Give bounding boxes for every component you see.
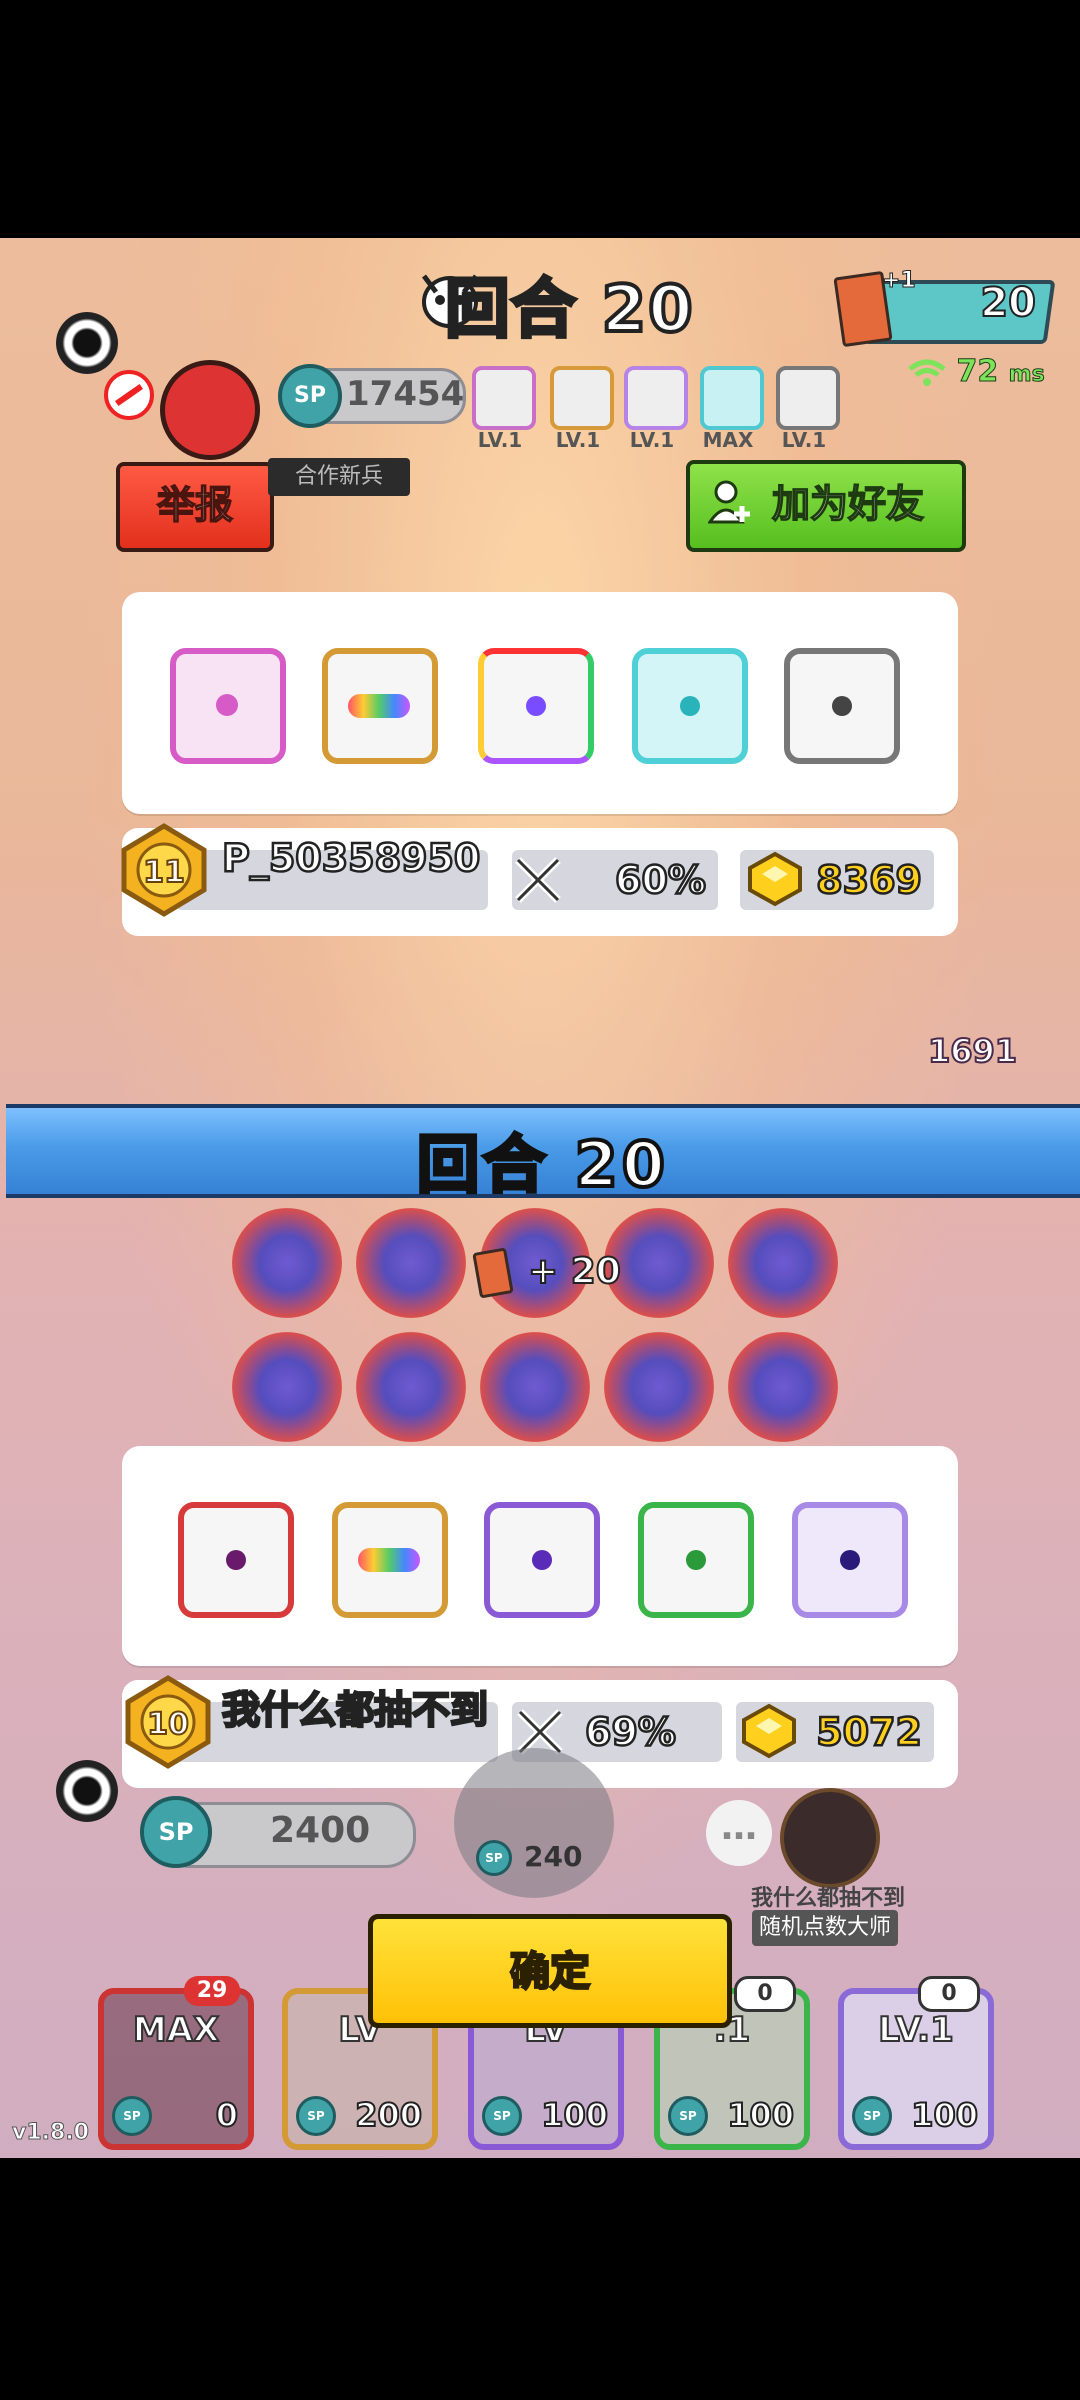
die-gear[interactable] — [784, 648, 900, 764]
die-infinity[interactable] — [332, 1502, 448, 1618]
card-counter: +1 20 — [833, 268, 1056, 348]
opponent-gold: 8369 — [815, 857, 923, 904]
card-reward: + 20 — [472, 1247, 622, 1299]
die-wind[interactable] — [638, 1502, 754, 1618]
summon-dice-button[interactable]: SP 240 — [454, 1748, 614, 1898]
player-gold: 5072 — [815, 1709, 923, 1756]
die-ice[interactable] — [632, 648, 748, 764]
die-sword[interactable] — [170, 648, 286, 764]
player-sp-value: 2400 — [270, 1810, 371, 1851]
rank-badge-icon: 11 — [121, 823, 207, 917]
newbie-tag: 合作新兵 — [268, 458, 410, 496]
sp-icon: SP — [278, 364, 342, 428]
player-title-tag: 随机点数大师 — [752, 1910, 898, 1946]
ping-indicator: 72 ms — [908, 354, 1045, 390]
die-rainbow[interactable] — [478, 648, 594, 764]
sp-icon: SP — [140, 1796, 212, 1868]
deck-die-5[interactable]: LV.1 0 SP 100 — [838, 1976, 994, 2150]
die-shadow[interactable] — [484, 1502, 600, 1618]
chat-button[interactable]: … — [706, 1800, 772, 1866]
gold-crown-icon — [742, 1703, 796, 1759]
confirm-button[interactable]: 确定 — [368, 1914, 732, 2028]
die-infinity[interactable] — [322, 648, 438, 764]
player-name: 我什么都抽不到 — [221, 1687, 490, 1734]
block-icon[interactable] — [104, 370, 154, 420]
deck-die-1[interactable]: MAX 29 SP 0 — [98, 1976, 254, 2150]
add-friend-icon — [708, 480, 750, 524]
svg-text:11: 11 — [143, 855, 185, 890]
portal-icon — [56, 1760, 118, 1822]
opponent-crit: 60% — [614, 857, 707, 904]
die-storm[interactable] — [178, 1502, 294, 1618]
wifi-icon — [908, 359, 946, 386]
gold-crown-icon — [748, 851, 802, 907]
opponent-sp-value: 17454 — [346, 374, 465, 414]
die-lightning[interactable] — [792, 1502, 908, 1618]
game-screen: 回合 20 +1 20 72 ms SP 17454 LV.1 LV.1 LV.… — [0, 238, 1080, 2158]
opponent-dice-panel — [122, 592, 958, 814]
opponent-name: P_50358950 — [221, 835, 482, 882]
player-crit: 69% — [584, 1709, 677, 1756]
add-friend-button[interactable]: 加为好友 — [686, 460, 966, 552]
version-label: v1.8.0 — [12, 2120, 90, 2146]
emote-button[interactable] — [780, 1788, 880, 1888]
egg-counter: 1691 — [927, 1031, 1018, 1071]
player-nickname: 我什么都抽不到 — [750, 1886, 905, 1911]
player-dice-panel — [122, 1446, 958, 1666]
card-icon — [472, 1247, 514, 1299]
round-banner: 回合 20 — [6, 1104, 1080, 1203]
coop-badge-icon — [160, 360, 260, 460]
svg-text:10: 10 — [147, 1707, 189, 1742]
report-button[interactable]: 举报 — [116, 462, 274, 552]
crossed-swords-icon — [515, 857, 561, 903]
rank-badge-icon: 10 — [125, 1675, 211, 1769]
